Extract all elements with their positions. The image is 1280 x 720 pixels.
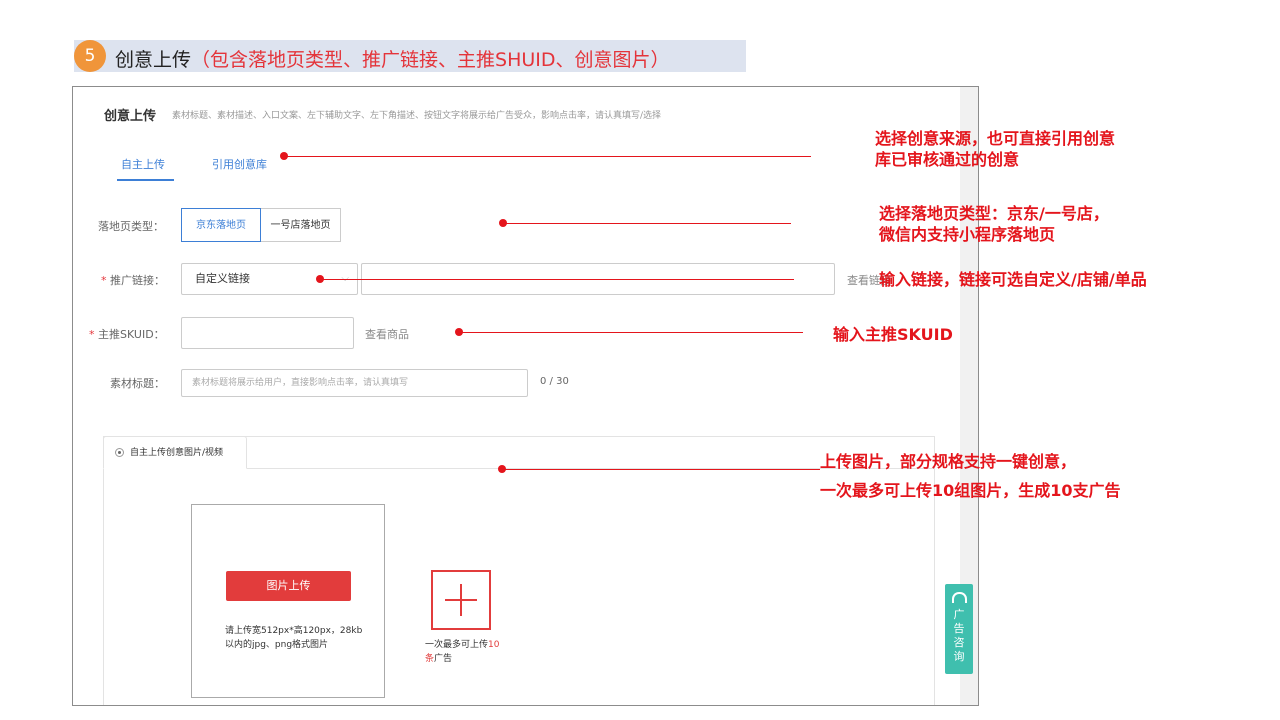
annotation-line-sku xyxy=(459,332,803,333)
ad-consult-label: 广告咨询 xyxy=(953,608,965,663)
image-upload-button[interactable]: 图片上传 xyxy=(226,571,351,601)
title-char-counter: 0 / 30 xyxy=(540,376,569,387)
landing-option-yhd[interactable]: 一号店落地页 xyxy=(261,208,341,242)
annotation-source: 选择创意来源，也可直接引用创意 库已审核通过的创意 xyxy=(875,128,1115,170)
upload-card xyxy=(191,504,385,698)
landing-type-label: 落地页类型： xyxy=(98,220,164,233)
tab-self-upload[interactable]: 自主上传 xyxy=(121,156,165,172)
plus-icon-vertical xyxy=(460,584,462,616)
annotation-upload: 上传图片，部分规格支持一键创意， 一次最多可上传10组图片，生成10支广告 xyxy=(820,447,1121,505)
section-description: 素材标题、素材描述、入口文案、左下辅助文字、左下角描述、按钮文字将展示给广告受众… xyxy=(172,111,662,121)
upload-tab-label: 自主上传创意图片/视频 xyxy=(130,448,224,458)
tab-creative-library[interactable]: 引用创意库 xyxy=(212,156,267,172)
annotation-landing-line2: 微信内支持小程序落地页 xyxy=(879,225,1056,244)
step-title-text: 创意上传 xyxy=(115,49,192,71)
link-label-text: 推广链接： xyxy=(110,274,165,287)
annotation-landing-line1: 选择落地页类型：京东/一号店， xyxy=(879,204,1109,223)
step-subtitle: （包含落地页类型、推广链接、主推SHUID、创意图片） xyxy=(191,49,670,71)
annotation-sku: 输入主推SKUID xyxy=(833,325,953,344)
required-mark: * xyxy=(101,274,107,287)
annotation-source-line1: 选择创意来源，也可直接引用创意 xyxy=(875,129,1116,148)
annotation-line-source xyxy=(284,156,811,157)
landing-option-jd[interactable]: 京东落地页 xyxy=(181,208,261,242)
annotation-landing: 选择落地页类型：京东/一号店， 微信内支持小程序落地页 xyxy=(879,203,1109,245)
add-limit-hint: 一次最多可上传10条广告 xyxy=(425,638,505,666)
creative-upload-panel: 创意上传 素材标题、素材描述、入口文案、左下辅助文字、左下角描述、按钮文字将展示… xyxy=(72,86,979,706)
link-label: * 推广链接： xyxy=(101,272,165,288)
active-tab-indicator xyxy=(117,179,174,181)
material-title-input[interactable]: 素材标题将展示给用户，直接影响点击率，请认真填写 xyxy=(181,369,528,397)
annotation-line-upload xyxy=(502,469,820,470)
add-creative-button[interactable] xyxy=(431,570,491,630)
ad-consult-button[interactable]: 广告咨询 xyxy=(945,584,973,674)
upload-spec-hint: 请上传宽512px*高120px，28kb以内的jpg、png格式图片 xyxy=(225,626,363,650)
annotation-line-landing xyxy=(503,223,791,224)
add-hint-suffix: 广告 xyxy=(434,654,453,664)
material-title-label: 素材标题： xyxy=(110,377,165,390)
annotation-upload-line1: 上传图片，部分规格支持一键创意， xyxy=(820,452,1077,471)
step-number-badge: 5 xyxy=(74,40,106,72)
sku-input[interactable] xyxy=(181,317,354,349)
link-type-value: 自定义链接 xyxy=(195,272,250,285)
view-product-link[interactable]: 查看商品 xyxy=(365,326,409,342)
annotation-link: 输入链接，链接可选自定义/店铺/单品 xyxy=(879,270,1147,289)
step-title: 创意上传（包含落地页类型、推广链接、主推SHUID、创意图片） xyxy=(115,45,670,72)
sku-label-text: 主推SKUID： xyxy=(98,328,165,341)
section-title: 创意上传 xyxy=(104,109,157,124)
annotation-upload-line2: 一次最多可上传10组图片，生成10支广告 xyxy=(820,481,1121,500)
required-mark: * xyxy=(89,328,95,341)
headset-icon xyxy=(952,592,967,603)
sku-label: * 主推SKUID： xyxy=(89,326,165,342)
add-hint-prefix: 一次最多可上传 xyxy=(425,640,489,650)
radio-button[interactable] xyxy=(115,448,124,457)
annotation-line-link xyxy=(320,279,794,280)
annotation-source-line2: 库已审核通过的创意 xyxy=(875,150,1020,169)
